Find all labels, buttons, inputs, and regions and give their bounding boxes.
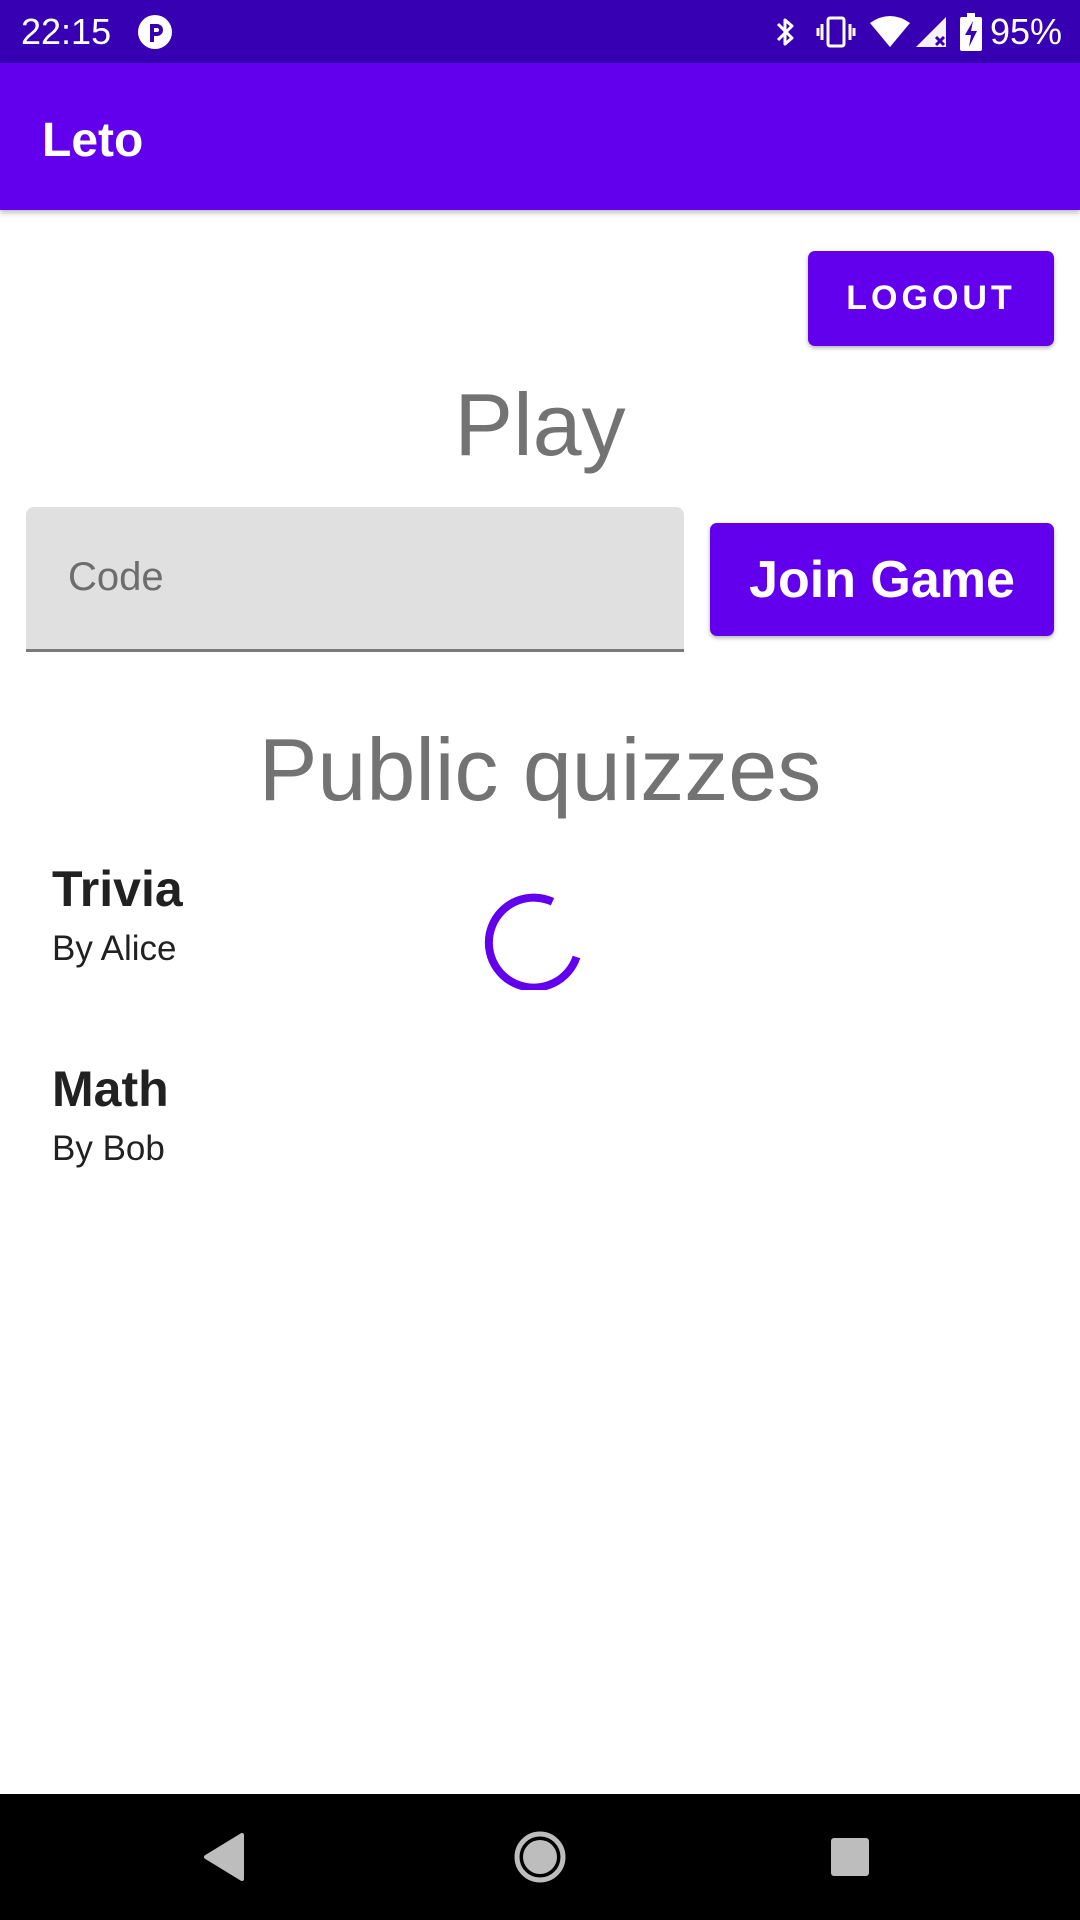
navigation-bar bbox=[0, 1794, 1080, 1920]
quiz-item-trivia[interactable]: Trivia By Alice bbox=[52, 859, 452, 971]
status-icons: 95% bbox=[772, 12, 1062, 52]
wifi-icon bbox=[869, 15, 910, 49]
app-notification-icon bbox=[137, 14, 173, 50]
quiz-item-math[interactable]: Math By Bob bbox=[52, 1059, 452, 1171]
home-icon[interactable] bbox=[510, 1827, 570, 1887]
play-heading: Play bbox=[454, 375, 626, 474]
recents-icon[interactable] bbox=[820, 1827, 880, 1887]
public-quizzes-heading: Public quizzes bbox=[258, 720, 822, 819]
battery-percentage: 95% bbox=[989, 11, 1062, 52]
app-bar: Leto bbox=[0, 63, 1080, 210]
vibrate-icon bbox=[816, 14, 856, 50]
status-bar: 22:15 95% bbox=[0, 0, 1080, 63]
quiz-title: Trivia bbox=[52, 861, 183, 917]
quiz-title: Math bbox=[52, 1061, 169, 1117]
quiz-author: By Bob bbox=[52, 1129, 165, 1168]
status-time: 22:15 bbox=[21, 11, 112, 52]
code-input[interactable] bbox=[68, 552, 648, 602]
loading-spinner-icon bbox=[484, 886, 588, 992]
code-field[interactable] bbox=[26, 507, 684, 652]
app-title: Leto bbox=[42, 114, 144, 167]
quiz-author: By Alice bbox=[52, 929, 177, 968]
back-icon[interactable] bbox=[196, 1827, 256, 1887]
battery-charging-icon bbox=[959, 13, 982, 51]
logout-button[interactable]: LOGOUT bbox=[808, 251, 1054, 346]
signal-icon bbox=[914, 15, 948, 49]
join-game-button[interactable]: Join Game bbox=[710, 523, 1054, 636]
bluetooth-icon bbox=[772, 14, 800, 50]
